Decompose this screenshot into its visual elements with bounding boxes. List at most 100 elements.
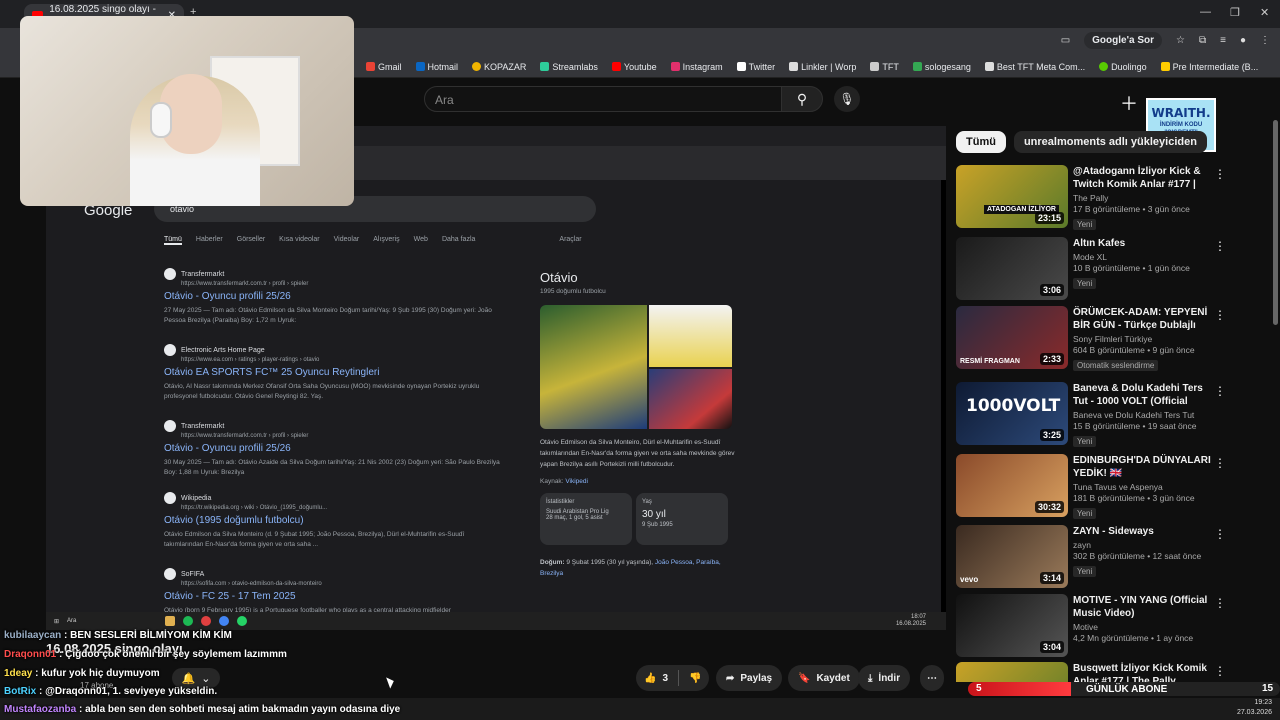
bookmark-star-icon[interactable]: ☆ bbox=[1176, 35, 1185, 46]
video-title[interactable]: ÖRÜMCEK-ADAM: YEPYENİ BİR GÜN - Türkçe D… bbox=[1073, 306, 1213, 332]
new-badge: Yeni bbox=[1073, 219, 1097, 230]
more-actions-button[interactable]: ⋯ bbox=[920, 665, 944, 691]
born-text: 9 Şubat 1995 (30 yıl yaşında), bbox=[566, 559, 654, 566]
recommended-video[interactable]: 3:04 MOTIVE - YIN YANG (Official Music V… bbox=[956, 594, 1266, 658]
chip-all[interactable]: Tümü bbox=[956, 131, 1006, 153]
google-tabs: Tümü Haberler Görseller Kısa videolar Vi… bbox=[164, 236, 582, 245]
chevron-down-icon: ⌄ bbox=[201, 672, 211, 685]
video-thumbnail[interactable]: 3:04 bbox=[956, 594, 1068, 657]
page-scrollbar[interactable] bbox=[1273, 120, 1278, 325]
bookmark-linkler[interactable]: Linkler | Worp bbox=[789, 62, 856, 72]
bookmark-sologesang[interactable]: sologesang bbox=[912, 62, 971, 72]
create-button[interactable]: ＋ bbox=[1120, 90, 1138, 116]
panel-born: Doğum: 9 Şubat 1995 (30 yıl yaşında), Jo… bbox=[540, 557, 740, 579]
bookmark-tft-meta[interactable]: Best TFT Meta Com... bbox=[984, 62, 1085, 72]
bookmark-icon bbox=[1160, 62, 1170, 71]
video-meta: 302 B görüntüleme • 12 saat önce bbox=[1073, 551, 1202, 561]
recommended-video[interactable]: vevo 3:14 ZAYN - Sideways zayn 302 B görü… bbox=[956, 525, 1266, 589]
video-thumbnail[interactable]: 3:06 bbox=[956, 237, 1068, 300]
chat-text: @Draqonn01, 1. seviyeye yükseldin. bbox=[45, 686, 218, 697]
google-tab-web: Web bbox=[413, 236, 428, 243]
thumb-text: RESMİ FRAGMAN bbox=[960, 358, 1020, 365]
duration-badge: 23:15 bbox=[1034, 212, 1064, 224]
result-url: https://tr.wikipedia.org › wiki › Otávio… bbox=[181, 505, 328, 511]
bookmark-gmail[interactable]: Gmail bbox=[366, 62, 402, 72]
more-options-icon[interactable]: ⋮ bbox=[1214, 384, 1226, 398]
channel-name[interactable]: Mode XL bbox=[1073, 252, 1213, 262]
video-title[interactable]: MOTIVE - YIN YANG (Official Music Video) bbox=[1073, 594, 1213, 620]
video-title[interactable]: ZAYN - Sideways bbox=[1073, 525, 1213, 538]
like-button[interactable]: 👍 3 bbox=[644, 673, 668, 684]
recommended-video[interactable]: Busqwett İzliyor Kick Komik Anlar #177 |… bbox=[956, 662, 1266, 682]
profile-icon[interactable]: ● bbox=[1240, 35, 1246, 46]
video-title[interactable]: Busqwett İzliyor Kick Komik Anlar #177 |… bbox=[1073, 662, 1213, 682]
recommended-video[interactable]: ATADOGAN İZLİYOR 23:15 @Atadogann İzliyor… bbox=[956, 165, 1266, 230]
video-title[interactable]: EDINBURGH'DA DÜNYALARI YEDİK! 🇬🇧 bbox=[1073, 454, 1213, 480]
bookmark-pre-intermediate[interactable]: Pre Intermediate (B... bbox=[1160, 62, 1258, 72]
video-title[interactable]: Altın Kafes bbox=[1073, 237, 1213, 250]
video-thumbnail[interactable]: 1000VOLT 3:25 bbox=[956, 382, 1068, 445]
recommended-video[interactable]: 30:32 EDINBURGH'DA DÜNYALARI YEDİK! 🇬🇧 T… bbox=[956, 454, 1266, 519]
channel-name[interactable]: Baneva ve Dolu Kadehi Ters Tut bbox=[1073, 410, 1213, 420]
more-options-icon[interactable]: ⋮ bbox=[1214, 239, 1226, 253]
search-button[interactable]: ⚲ bbox=[781, 86, 823, 112]
video-thumbnail[interactable]: vevo 3:14 bbox=[956, 525, 1068, 588]
channel-name[interactable]: zayn bbox=[1073, 540, 1213, 550]
close-window-icon[interactable]: ✕ bbox=[1260, 6, 1269, 19]
result-site: SoFIFA bbox=[181, 570, 205, 578]
video-thumbnail[interactable]: ATADOGAN İZLİYOR 23:15 bbox=[956, 165, 1068, 228]
channel-name[interactable]: Sony Filmleri Türkiye bbox=[1073, 334, 1213, 344]
goal-target: 15 bbox=[1262, 683, 1274, 694]
extensions-icon[interactable]: ⧉ bbox=[1199, 35, 1206, 46]
google-ask-button[interactable]: Google'a Sor bbox=[1084, 32, 1162, 49]
more-options-icon[interactable]: ⋮ bbox=[1214, 596, 1226, 610]
chat-text: BEN SESLERİ BİLMİYOM KİM KİM bbox=[70, 630, 232, 641]
webcam-overlay bbox=[20, 16, 354, 206]
bookmark-kopazar[interactable]: KOPAZAR bbox=[472, 62, 526, 72]
video-title[interactable]: Baneva & Dolu Kadehi Ters Tut - 1000 VOL… bbox=[1073, 382, 1213, 408]
bookmark-duolingo[interactable]: Duolingo bbox=[1099, 62, 1147, 72]
whatsapp-icon bbox=[237, 616, 248, 626]
voice-search-button[interactable]: 🎙 bbox=[834, 86, 860, 112]
channel-name[interactable]: Tuna Tavus ve Aspenya bbox=[1073, 482, 1213, 492]
more-options-icon[interactable]: ⋮ bbox=[1214, 527, 1226, 541]
thumbs-up-icon: 👍 bbox=[644, 672, 657, 684]
channel-name[interactable]: Motive bbox=[1073, 622, 1213, 632]
cast-icon[interactable]: ▭ bbox=[1061, 35, 1070, 46]
notification-bell-button[interactable]: 🔔 ⌄ bbox=[172, 668, 220, 688]
save-label: Kaydet bbox=[816, 672, 850, 684]
video-thumbnail[interactable]: 30:32 bbox=[956, 454, 1068, 517]
download-button[interactable]: ⤓ İndir bbox=[858, 665, 911, 691]
video-thumbnail[interactable]: RESMİ FRAGMAN 2:33 bbox=[956, 306, 1068, 369]
more-options-icon[interactable]: ⋮ bbox=[1214, 664, 1226, 678]
video-title[interactable]: @Atadogann İzliyor Kick & Twitch Komik A… bbox=[1073, 165, 1213, 191]
video-thumbnail[interactable] bbox=[956, 662, 1068, 682]
search-input[interactable]: Ara bbox=[424, 86, 782, 112]
recommended-video[interactable]: RESMİ FRAGMAN 2:33 ÖRÜMCEK-ADAM: YEPYENİ … bbox=[956, 306, 1266, 371]
browser-menu-icon[interactable]: ⋮ bbox=[1260, 35, 1270, 46]
reading-list-icon[interactable]: ≡ bbox=[1220, 35, 1226, 46]
maximize-icon[interactable]: ❐ bbox=[1230, 6, 1240, 19]
more-options-icon[interactable]: ⋮ bbox=[1214, 456, 1226, 470]
channel-name[interactable]: The Pally bbox=[1073, 193, 1213, 203]
recommended-video[interactable]: 3:06 Altın Kafes Mode XL 10 B görüntülem… bbox=[956, 237, 1266, 301]
chat-text: abla ben sen den sohbeti mesaj atim bakm… bbox=[85, 704, 401, 715]
result-url: https://sofifa.com › otavio-edmilson-da-… bbox=[181, 581, 322, 587]
minimize-icon[interactable]: — bbox=[1200, 6, 1211, 18]
bookmark-instagram[interactable]: Instagram bbox=[670, 62, 723, 72]
download-icon: ⤓ bbox=[868, 672, 873, 684]
bookmark-youtube[interactable]: Youtube bbox=[611, 62, 657, 72]
chip-uploader[interactable]: unrealmoments adlı yükleyiciden bbox=[1013, 131, 1207, 153]
dislike-button[interactable]: 👎 bbox=[689, 673, 701, 684]
bookmark-streamlabs[interactable]: Streamlabs bbox=[540, 62, 598, 72]
share-button[interactable]: ➦ Paylaş bbox=[716, 665, 783, 691]
site-favicon bbox=[164, 492, 176, 504]
recommended-video[interactable]: 1000VOLT 3:25 Baneva & Dolu Kadehi Ters T… bbox=[956, 382, 1266, 447]
bookmark-tft[interactable]: TFT bbox=[870, 62, 899, 72]
player-photo bbox=[649, 305, 732, 367]
bookmark-twitter[interactable]: Twitter bbox=[736, 62, 775, 72]
bookmark-hotmail[interactable]: Hotmail bbox=[415, 62, 458, 72]
save-button[interactable]: 🔖 Kaydet bbox=[788, 665, 860, 691]
more-options-icon[interactable]: ⋮ bbox=[1214, 167, 1226, 181]
more-options-icon[interactable]: ⋮ bbox=[1214, 308, 1226, 322]
